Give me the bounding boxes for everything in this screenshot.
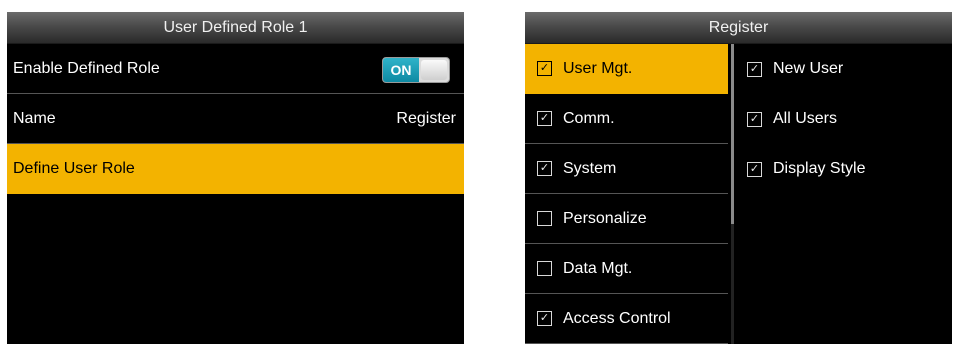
subitem-label: Display Style: [773, 160, 866, 177]
checkbox-unchecked-icon[interactable]: [537, 211, 552, 226]
screen-title: User Defined Role 1: [7, 12, 464, 44]
category-item-label: Comm.: [563, 109, 615, 127]
checkbox-checked-icon[interactable]: ✓: [747, 161, 762, 177]
category-item-label: User Mgt.: [563, 59, 633, 77]
category-item-data-mgt[interactable]: Data Mgt.: [525, 244, 728, 294]
toggle-knob: [421, 60, 447, 80]
checkbox-checked-icon[interactable]: ✓: [537, 311, 552, 326]
checkbox-unchecked-icon[interactable]: [537, 261, 552, 276]
screen-title: Register: [525, 12, 952, 44]
category-item-access-control[interactable]: ✓ Access Control: [525, 294, 728, 344]
category-item-label: System: [563, 159, 617, 177]
category-item-comm[interactable]: ✓ Comm.: [525, 94, 728, 144]
enable-defined-role-label: Enable Defined Role: [13, 59, 160, 77]
toggle-on-text: ON: [383, 58, 419, 82]
name-row[interactable]: Name Register: [7, 94, 464, 144]
define-user-role-label: Define User Role: [13, 159, 135, 177]
enable-role-toggle[interactable]: ON: [382, 57, 450, 83]
checkbox-checked-icon[interactable]: ✓: [747, 61, 762, 77]
name-value: Register: [396, 109, 456, 127]
register-role-screen: Register ✓ User Mgt. ✓ Comm. ✓ System Personal…: [525, 12, 952, 344]
category-item-personalize[interactable]: Personalize: [525, 194, 728, 244]
category-item-label: Personalize: [563, 209, 647, 227]
define-user-role-row[interactable]: Define User Role: [7, 144, 464, 194]
checkbox-checked-icon[interactable]: ✓: [537, 61, 552, 76]
checkbox-checked-icon[interactable]: ✓: [537, 111, 552, 126]
category-item-system[interactable]: ✓ System: [525, 144, 728, 194]
category-item-label: Data Mgt.: [563, 259, 633, 277]
subitem-list: ✓ New User ✓ All Users ✓ Display Style: [737, 44, 952, 194]
subitem-label: All Users: [773, 110, 838, 127]
checkbox-checked-icon[interactable]: ✓: [747, 111, 762, 127]
category-list: ✓ User Mgt. ✓ Comm. ✓ System Personalize Data M…: [525, 44, 728, 344]
enable-defined-role-row[interactable]: Enable Defined Role ON: [7, 44, 464, 94]
user-defined-role-screen: User Defined Role 1 Enable Defined Role …: [7, 12, 464, 344]
subitem-all-users[interactable]: ✓ All Users: [737, 94, 952, 144]
name-label: Name: [13, 109, 56, 127]
subitem-display-style[interactable]: ✓ Display Style: [737, 144, 952, 194]
subitem-new-user[interactable]: ✓ New User: [737, 44, 952, 94]
subitem-label: New User: [773, 60, 844, 77]
category-item-user-mgt[interactable]: ✓ User Mgt.: [525, 44, 728, 94]
scrollbar[interactable]: [731, 44, 734, 224]
checkbox-checked-icon[interactable]: ✓: [537, 161, 552, 176]
category-item-label: Access Control: [563, 309, 671, 327]
